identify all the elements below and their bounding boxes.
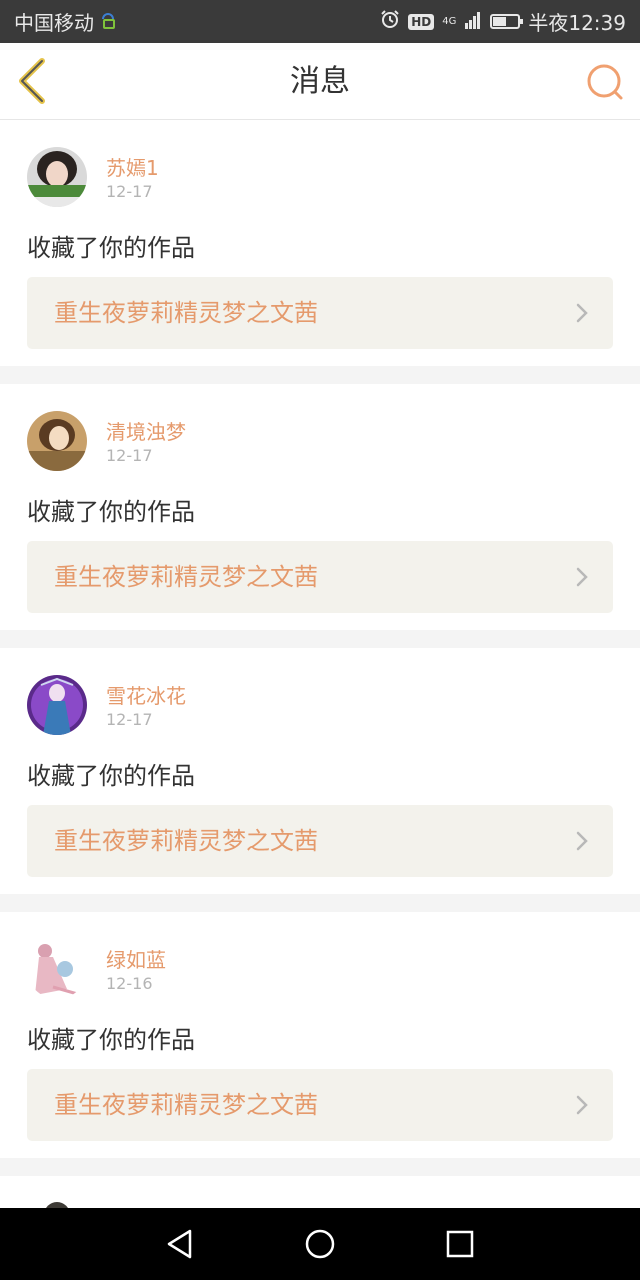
- work-link[interactable]: 重生夜萝莉精灵梦之文茜: [27, 805, 613, 877]
- timestamp: 12-16: [106, 974, 153, 993]
- work-title: 重生夜萝莉精灵梦之文茜: [54, 827, 318, 855]
- username[interactable]: 苏嫣1: [106, 152, 159, 181]
- chevron-right-icon: [576, 567, 588, 587]
- triangle-back-icon: [167, 1229, 192, 1259]
- notification-card: 绿如蓝 12-16 收藏了你的作品 重生夜萝莉精灵梦之文茜: [0, 912, 640, 1158]
- clock: 半夜12:39: [528, 11, 626, 35]
- battery-icon: [490, 14, 524, 29]
- chevron-right-icon: [576, 303, 588, 323]
- action-text: 收藏了你的作品: [27, 1026, 195, 1054]
- alarm-icon: [380, 9, 400, 34]
- notification-card: 清境浊梦 12-17 收藏了你的作品 重生夜萝莉精灵梦之文茜: [0, 384, 640, 630]
- square-recents-icon: [446, 1230, 474, 1258]
- username[interactable]: 绿如蓝: [106, 944, 166, 973]
- avatar[interactable]: [27, 147, 87, 207]
- work-title: 重生夜萝莉精灵梦之文茜: [54, 563, 318, 591]
- timestamp: 12-17: [106, 446, 153, 465]
- search-icon: [587, 64, 623, 100]
- app-header: 消息: [0, 43, 640, 120]
- chevron-left-icon: [19, 58, 45, 104]
- chevron-right-icon: [576, 831, 588, 851]
- signal-icon: [464, 10, 482, 34]
- vpn-icon: [100, 10, 116, 34]
- work-link[interactable]: 重生夜萝莉精灵梦之文茜: [27, 277, 613, 349]
- action-text: 收藏了你的作品: [27, 498, 195, 526]
- status-bar: 中国移动 HD 4G 半夜12:39: [0, 0, 640, 43]
- notification-card: 雪花冰花 12-17 收藏了你的作品 重生夜萝莉精灵梦之文茜: [0, 648, 640, 894]
- work-title: 重生夜萝莉精灵梦之文茜: [54, 299, 318, 327]
- notification-card: 苏嫣1 12-17 收藏了你的作品 重生夜萝莉精灵梦之文茜: [0, 120, 640, 366]
- work-title: 重生夜萝莉精灵梦之文茜: [54, 1091, 318, 1119]
- timestamp: 12-17: [106, 182, 153, 201]
- timestamp: 12-17: [106, 710, 153, 729]
- hd-badge: HD: [408, 13, 435, 30]
- carrier-label: 中国移动: [14, 11, 94, 35]
- system-nav-bar: [0, 1208, 640, 1280]
- action-text: 收藏了你的作品: [27, 234, 195, 262]
- avatar[interactable]: [27, 939, 87, 999]
- work-link[interactable]: 重生夜萝莉精灵梦之文茜: [27, 1069, 613, 1141]
- chevron-right-icon: [576, 1095, 588, 1115]
- circle-home-icon: [305, 1229, 335, 1259]
- page-title: 消息: [290, 64, 350, 99]
- nav-back-button[interactable]: [160, 1224, 200, 1264]
- back-button[interactable]: [14, 57, 54, 105]
- notification-list: 苏嫣1 12-17 收藏了你的作品 重生夜萝莉精灵梦之文茜 清境浊梦 12-17…: [0, 120, 640, 1236]
- action-text: 收藏了你的作品: [27, 762, 195, 790]
- nav-recents-button[interactable]: [440, 1224, 480, 1264]
- avatar[interactable]: [27, 411, 87, 471]
- search-button[interactable]: [584, 61, 626, 103]
- network-type: 4G: [442, 15, 457, 27]
- username[interactable]: 清境浊梦: [106, 416, 186, 445]
- battery-fill: [493, 17, 507, 26]
- username[interactable]: 雪花冰花: [106, 680, 186, 709]
- work-link[interactable]: 重生夜萝莉精灵梦之文茜: [27, 541, 613, 613]
- nav-home-button[interactable]: [300, 1224, 340, 1264]
- avatar[interactable]: [27, 675, 87, 735]
